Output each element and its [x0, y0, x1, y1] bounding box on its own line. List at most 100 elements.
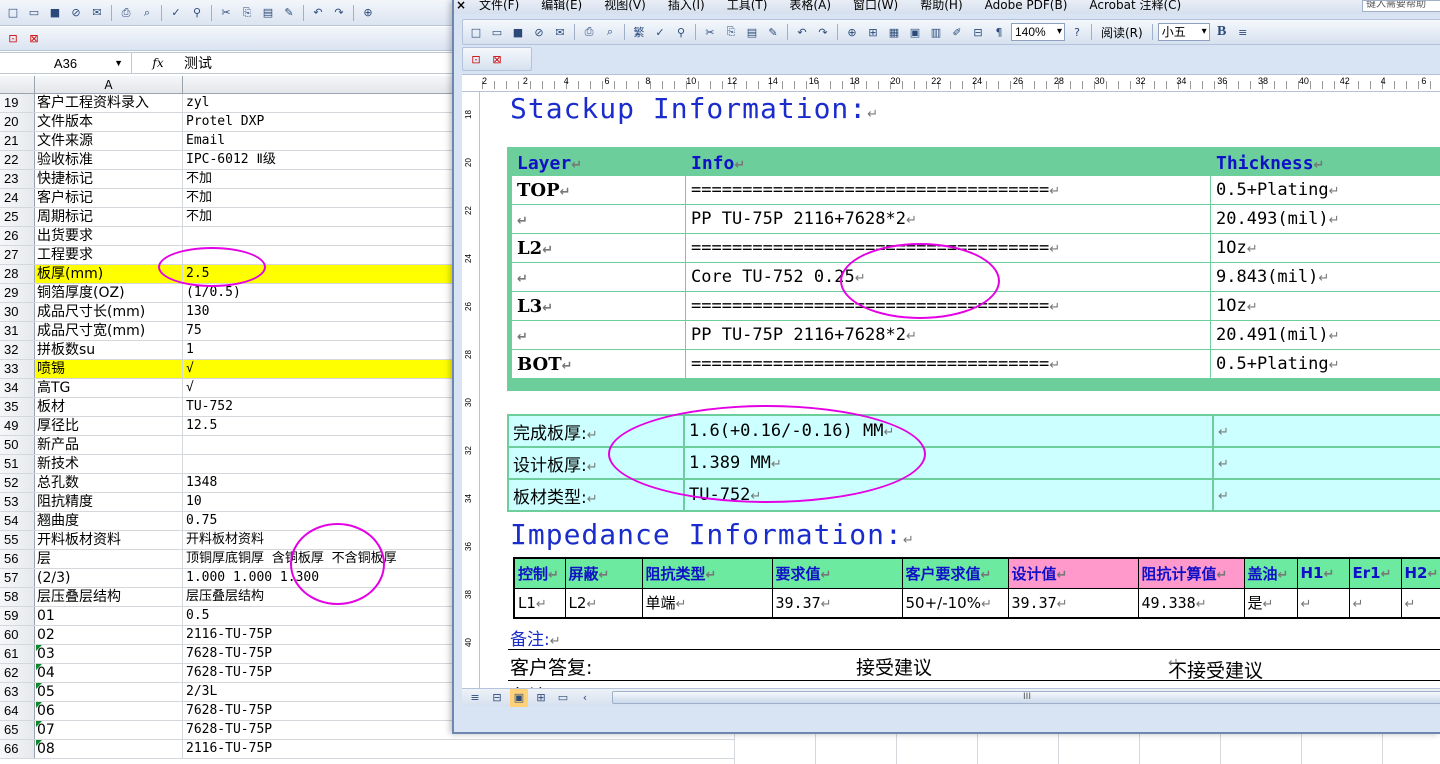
- menu-tools[interactable]: 工具(T): [716, 0, 779, 11]
- research-icon[interactable]: ⚲: [672, 23, 690, 41]
- drawing-icon[interactable]: ✐: [948, 23, 966, 41]
- pdf-email-icon[interactable]: ⊠: [25, 30, 43, 48]
- chevron-down-icon[interactable]: ▼: [114, 58, 123, 68]
- cell-a[interactable]: 02: [35, 626, 183, 644]
- cell-a[interactable]: (2/3): [35, 569, 183, 587]
- formula-input[interactable]: 测试: [184, 53, 212, 73]
- menu-acrobat-comments[interactable]: Acrobat 注释(C): [1078, 0, 1192, 11]
- copy-icon[interactable]: ⎘: [238, 4, 256, 22]
- cell-a[interactable]: 板材: [35, 398, 183, 416]
- redo-icon[interactable]: ↷: [814, 23, 832, 41]
- cell-a[interactable]: 新产品: [35, 436, 183, 454]
- save-icon[interactable]: ■: [509, 23, 527, 41]
- cut-icon[interactable]: ✂: [701, 23, 719, 41]
- pdf-convert-icon[interactable]: ⊡: [4, 30, 22, 48]
- traditional-chinese-button[interactable]: 繁: [630, 23, 648, 41]
- cell-a[interactable]: 层: [35, 550, 183, 568]
- cell-a[interactable]: 拼板数su: [35, 341, 183, 359]
- cell-a[interactable]: 06: [35, 702, 183, 720]
- permission-icon[interactable]: ⊘: [67, 4, 85, 22]
- hyperlink-icon[interactable]: ⊕: [843, 23, 861, 41]
- row-header[interactable]: 31: [0, 322, 35, 340]
- menu-window[interactable]: 窗口(W): [842, 0, 909, 11]
- reading-view-icon[interactable]: ▭: [554, 689, 572, 707]
- print-icon[interactable]: ⎙: [117, 4, 135, 22]
- cell-a[interactable]: 客户工程资料录入: [35, 94, 183, 112]
- accept-label[interactable]: 接受建议: [856, 653, 932, 680]
- cell-a[interactable]: 铜箔厚度(OZ): [35, 284, 183, 302]
- permission-icon[interactable]: ⊘: [530, 23, 548, 41]
- cell-a[interactable]: 喷锡: [35, 360, 183, 378]
- spelling-icon[interactable]: ✓: [167, 4, 185, 22]
- row-header[interactable]: 65: [0, 721, 35, 739]
- cell-a[interactable]: 出货要求: [35, 227, 183, 245]
- paste-icon[interactable]: ▤: [743, 23, 761, 41]
- cell-b[interactable]: 2116-TU-75P: [183, 740, 734, 758]
- menu-adobe-pdf[interactable]: Adobe PDF(B): [974, 0, 1079, 11]
- hyperlink-icon[interactable]: ⊕: [359, 4, 377, 22]
- format-painter-icon[interactable]: ✎: [280, 4, 298, 22]
- new-icon[interactable]: □: [467, 23, 485, 41]
- row-header[interactable]: 63: [0, 683, 35, 701]
- cell-a[interactable]: 01: [35, 607, 183, 625]
- menu-help[interactable]: 帮助(H): [909, 0, 973, 11]
- row-header[interactable]: 25: [0, 208, 35, 226]
- row-header[interactable]: 21: [0, 132, 35, 150]
- row-header[interactable]: 28: [0, 265, 35, 283]
- cell-a[interactable]: 07: [35, 721, 183, 739]
- row-header[interactable]: 32: [0, 341, 35, 359]
- read-button[interactable]: 阅读(R): [1097, 24, 1147, 41]
- cell-a[interactable]: 翘曲度: [35, 512, 183, 530]
- row-header[interactable]: 51: [0, 455, 35, 473]
- open-icon[interactable]: ▭: [25, 4, 43, 22]
- undo-icon[interactable]: ↶: [793, 23, 811, 41]
- cell-a[interactable]: 层压叠层结构: [35, 588, 183, 606]
- row-header[interactable]: 22: [0, 151, 35, 169]
- row-header[interactable]: 54: [0, 512, 35, 530]
- cut-icon[interactable]: ✂: [217, 4, 235, 22]
- open-icon[interactable]: ▭: [488, 23, 506, 41]
- menu-insert[interactable]: 插入(I): [657, 0, 716, 11]
- row-header[interactable]: 23: [0, 170, 35, 188]
- cell-a[interactable]: 新技术: [35, 455, 183, 473]
- print-preview-icon[interactable]: ⌕: [138, 4, 156, 22]
- row-header[interactable]: 52: [0, 474, 35, 492]
- close-icon[interactable]: ×: [454, 0, 468, 11]
- row-header[interactable]: 60: [0, 626, 35, 644]
- zoom-select[interactable]: 140%: [1011, 23, 1065, 41]
- column-header-a[interactable]: A: [35, 76, 183, 94]
- cell-a[interactable]: 04: [35, 664, 183, 682]
- help-icon[interactable]: ?: [1068, 23, 1086, 41]
- row-header[interactable]: 26: [0, 227, 35, 245]
- cell-a[interactable]: 阻抗精度: [35, 493, 183, 511]
- row-header[interactable]: 62: [0, 664, 35, 682]
- row-header[interactable]: 20: [0, 113, 35, 131]
- scroll-left-icon[interactable]: ‹: [576, 689, 594, 707]
- email-icon[interactable]: ✉: [551, 23, 569, 41]
- cell-a[interactable]: 工程要求: [35, 246, 183, 264]
- help-search-input[interactable]: 键入需要帮助: [1362, 0, 1440, 12]
- row-header[interactable]: 57: [0, 569, 35, 587]
- row-header[interactable]: 49: [0, 417, 35, 435]
- menu-table[interactable]: 表格(A): [778, 0, 842, 11]
- cell-a[interactable]: 05: [35, 683, 183, 701]
- horizontal-ruler[interactable]: 2 2 4 6 8 10 12 14 16 18 20 22 24 26 28 30 32 34 36 38 40 42 4…: [462, 74, 1440, 92]
- document-map-icon[interactable]: ⊟: [969, 23, 987, 41]
- cell-a[interactable]: 高TG: [35, 379, 183, 397]
- print-layout-icon[interactable]: ▣: [510, 688, 528, 707]
- row-header[interactable]: 64: [0, 702, 35, 720]
- cell-a[interactable]: 总孔数: [35, 474, 183, 492]
- row-header[interactable]: 27: [0, 246, 35, 264]
- row-header[interactable]: 53: [0, 493, 35, 511]
- vertical-ruler[interactable]: 18 20 22 24 26 28 30 32 34 36 38 40: [462, 92, 480, 688]
- cell-a[interactable]: 成品尺寸长(mm): [35, 303, 183, 321]
- research-icon[interactable]: ⚲: [188, 4, 206, 22]
- cell-a[interactable]: 周期标记: [35, 208, 183, 226]
- cell-a[interactable]: 快捷标记: [35, 170, 183, 188]
- columns-icon[interactable]: ▥: [927, 23, 945, 41]
- paste-icon[interactable]: ▤: [259, 4, 277, 22]
- row-header[interactable]: 59: [0, 607, 35, 625]
- cell-a[interactable]: 厚径比: [35, 417, 183, 435]
- outline-view-icon[interactable]: ⊞: [532, 689, 550, 707]
- tables-borders-icon[interactable]: ⊞: [864, 23, 882, 41]
